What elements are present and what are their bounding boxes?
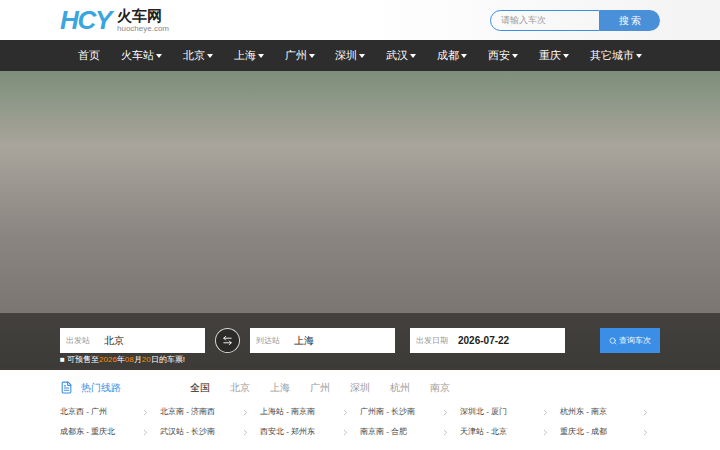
route-tab[interactable]: 杭州 <box>390 380 410 395</box>
hot-routes: 热门线路 全国 北京 上海 广州 深圳 杭州 南京北京西 - 广州北京南 - 济南西上海站 -… <box>0 370 720 442</box>
route-tab[interactable]: 南京 <box>430 380 450 395</box>
nav-item[interactable]: 西安 <box>488 47 518 64</box>
caret-icon <box>512 54 518 58</box>
query-bar: 出发站北京 到达站上海出发日期2026-07-22 查询车次■ 可预售至2026年0… <box>0 313 720 370</box>
nav-bar: 首页 火车站 北京 上海 广州 深圳 武汉 成都 西安 重庆 其它城市 <box>0 40 720 71</box>
route-item[interactable]: 成都东 - 重庆北 <box>60 422 160 442</box>
nav-item[interactable]: 首页 <box>78 47 100 64</box>
caret-icon <box>258 54 264 58</box>
nav-item[interactable]: 北京 <box>183 47 213 64</box>
query-button[interactable]: 查询车次 <box>600 328 660 353</box>
caret-icon <box>359 54 365 58</box>
to-field[interactable]: 到达站上海 <box>250 328 395 353</box>
nav-item[interactable]: 武汉 <box>386 47 416 64</box>
routes-title: 热门线路 <box>81 380 121 395</box>
route-list: 北京西 - 广州北京南 - 济南西上海站 - 南京南广州南 - 长沙南深圳北 -… <box>60 402 660 442</box>
route-item[interactable]: 武汉站 - 长沙南 <box>160 422 260 442</box>
chevron-icon <box>241 408 250 417</box>
logo[interactable]: HCY 火车网 huocheye.com <box>60 7 169 33</box>
chevron-icon <box>441 428 450 437</box>
route-item[interactable]: 广州南 - 长沙南 <box>360 402 460 422</box>
search-button[interactable]: 搜 索 <box>600 10 660 31</box>
nav-item[interactable]: 火车站 <box>121 47 162 64</box>
page: HCY火车网huocheye.com搜 索首页火车站北京上海广州深圳武汉成都西安… <box>0 0 720 450</box>
caret-icon <box>636 54 642 58</box>
route-tab[interactable]: 广州 <box>310 380 330 395</box>
route-tab[interactable]: 北京 <box>230 380 250 395</box>
logo-title: 火车网 <box>117 8 169 23</box>
caret-icon <box>461 54 467 58</box>
route-item[interactable]: 北京南 - 济南西 <box>160 402 260 422</box>
hero-photo: 出发站北京 到达站上海出发日期2026-07-22 查询车次■ 可预售至2026年0… <box>0 71 720 370</box>
search-bar: 搜 索 <box>490 10 660 31</box>
routes-icon <box>60 381 73 394</box>
chevron-icon <box>641 428 650 437</box>
route-item[interactable]: 重庆北 - 成都 <box>560 422 660 442</box>
caret-icon <box>410 54 416 58</box>
caret-icon <box>207 54 213 58</box>
chevron-icon <box>441 408 450 417</box>
chevron-icon <box>541 428 550 437</box>
route-tab[interactable]: 深圳 <box>350 380 370 395</box>
presale-notice: ■ 可预售至2026年08月20日的车票! <box>60 354 660 365</box>
route-tabs: 全国 北京 上海 广州 深圳 杭州 南京 <box>190 380 450 395</box>
search-icon <box>609 337 617 345</box>
logo-url: huocheye.com <box>117 25 169 33</box>
nav-item[interactable]: 深圳 <box>335 47 365 64</box>
nav-item[interactable]: 广州 <box>285 47 315 64</box>
logo-mark: HCY <box>60 7 111 33</box>
nav-item[interactable]: 成都 <box>437 47 467 64</box>
chevron-icon <box>541 408 550 417</box>
chevron-icon <box>341 428 350 437</box>
route-tab[interactable]: 上海 <box>270 380 290 395</box>
route-item[interactable]: 深圳北 - 厦门 <box>460 402 560 422</box>
date-field[interactable]: 出发日期2026-07-22 <box>410 328 565 353</box>
nav-item[interactable]: 其它城市 <box>590 47 642 64</box>
route-tab[interactable]: 全国 <box>190 380 210 395</box>
caret-icon <box>309 54 315 58</box>
nav-item[interactable]: 上海 <box>234 47 264 64</box>
swap-button[interactable] <box>215 328 240 353</box>
route-item[interactable]: 杭州东 - 南京 <box>560 402 660 422</box>
route-item[interactable]: 天津站 - 北京 <box>460 422 560 442</box>
chevron-icon <box>241 428 250 437</box>
chevron-icon <box>341 408 350 417</box>
route-item[interactable]: 上海站 - 南京南 <box>260 402 360 422</box>
caret-icon <box>156 54 162 58</box>
caret-icon <box>563 54 569 58</box>
route-item[interactable]: 北京西 - 广州 <box>60 402 160 422</box>
header: HCY 火车网 huocheye.com 搜 索 <box>0 0 720 40</box>
swap-icon <box>222 335 233 346</box>
search-input[interactable] <box>490 10 600 31</box>
route-item[interactable]: 西安北 - 郑州东 <box>260 422 360 442</box>
chevron-icon <box>141 428 150 437</box>
from-field[interactable]: 出发站北京 <box>60 328 205 353</box>
chevron-icon <box>141 408 150 417</box>
route-item[interactable]: 南京南 - 合肥 <box>360 422 460 442</box>
chevron-icon <box>641 408 650 417</box>
nav-item[interactable]: 重庆 <box>539 47 569 64</box>
